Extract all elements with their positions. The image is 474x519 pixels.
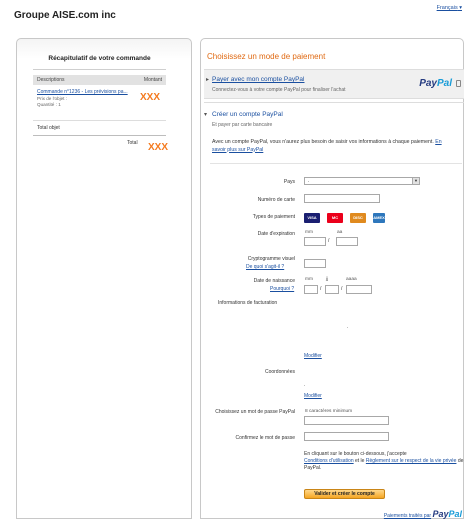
paypal-logo: PayPal — [419, 78, 452, 89]
card-number-label: Numéro de carte — [257, 197, 295, 203]
processed-by-paypal: Paiements traités par PayPal — [384, 509, 462, 519]
order-item: Commande n°1236 - Les prévisions pa... P… — [33, 85, 166, 121]
card-number-input[interactable] — [304, 194, 380, 203]
total-label: Total — [127, 140, 138, 146]
discover-card-icon: DISC — [350, 213, 366, 223]
col-description: Descriptions — [37, 77, 65, 83]
lock-icon — [456, 80, 461, 87]
summary-header: Descriptions Montant — [33, 75, 166, 85]
footer-text[interactable]: Paiements traités par — [384, 513, 431, 519]
footer-logo-pal: Pal — [448, 509, 462, 519]
expiry-aa-hint: aa — [337, 230, 343, 235]
order-summary: Récapitulatif de votre commande Descript… — [33, 55, 168, 156]
billing-modify-link[interactable]: Modifier — [304, 353, 322, 359]
country-select[interactable]: . ▼ — [304, 177, 420, 185]
expiry-slash: / — [328, 238, 330, 244]
country-label: Pays — [283, 179, 295, 185]
dob-slash-1: / — [320, 286, 322, 292]
dob-help-link[interactable]: Pourquoi ? — [270, 286, 294, 292]
collapsed-arrow-icon: ▸ — [206, 77, 210, 83]
expiry-label: Date d'expiration — [257, 231, 295, 237]
dob-label: Date de naissance — [253, 278, 295, 284]
terms-of-use-link[interactable]: Conditions d'utilisation — [304, 458, 354, 464]
chevron-down-icon: ▼ — [412, 178, 419, 184]
contact-label: Coordonnées — [264, 369, 295, 375]
dob-aaaa-hint: aaaa — [346, 277, 357, 282]
country-value: . — [308, 178, 310, 184]
card-types-label: Types de paiement — [252, 214, 295, 220]
cvv-label: Cryptogramme visuel — [247, 256, 295, 262]
expiry-month-input[interactable] — [304, 237, 326, 246]
terms-intro: En cliquant sur le bouton ci-dessous, j'… — [304, 451, 407, 457]
footer-paypal-logo: PayPal — [432, 509, 462, 519]
terms-text: En cliquant sur le bouton ci-dessous, j'… — [304, 451, 464, 472]
expanded-arrow-icon: ▾ — [204, 112, 208, 118]
login-description: Connectez-vous à votre compte PayPal pou… — [212, 87, 346, 93]
paypal-logo-pal: Pal — [436, 78, 452, 89]
total-items: Total objet — [33, 121, 166, 136]
paypal-logo-pay: Pay — [419, 78, 437, 89]
create-account-intro: Avec un compte PayPal, vous n'aurez plus… — [212, 139, 456, 154]
confirm-password-label: Confirmez le mot de passe — [235, 435, 295, 441]
footer-logo-pay: Pay — [432, 509, 449, 519]
payment-title: Choisissez un mode de paiement — [207, 52, 326, 61]
dob-slash-2: / — [341, 286, 343, 292]
merchant-name: Groupe AISE.com inc — [14, 10, 116, 21]
contact-dot: . — [304, 382, 306, 388]
dob-mm-hint: mm — [305, 277, 313, 282]
paypal-login-section[interactable]: ▸ Payer avec mon compte PayPal Connectez… — [204, 69, 464, 99]
checkout-page: Groupe AISE.com inc Français Récapitulat… — [0, 0, 474, 519]
password-input[interactable] — [304, 416, 389, 425]
mastercard-icon: MC — [327, 213, 343, 223]
password-hint: 8 caractères minimum — [305, 409, 353, 414]
visa-card-icon: VISA — [304, 213, 320, 223]
confirm-password-input[interactable] — [304, 432, 389, 441]
divider — [210, 163, 462, 164]
intro-text: Avec un compte PayPal, vous n'aurez plus… — [212, 139, 434, 145]
expiry-year-input[interactable] — [336, 237, 358, 246]
create-account-title[interactable]: Créer un compte PayPal — [212, 111, 283, 118]
summary-title: Récapitulatif de votre commande — [33, 55, 166, 70]
terms-and: et le — [355, 458, 365, 464]
create-account-subtitle: Et payer par carte bancaire — [212, 122, 273, 128]
password-label: Choisissez un mot de passe PayPal — [215, 409, 295, 415]
dob-day-input[interactable] — [325, 285, 339, 294]
item-amount: XXX — [139, 92, 160, 103]
billing-dot: . — [347, 324, 349, 330]
cvv-help-link[interactable]: De quoi s'agit-il ? — [246, 264, 284, 270]
total-amount: XXX — [147, 142, 168, 153]
col-amount: Montant — [143, 77, 162, 83]
cvv-input[interactable] — [304, 259, 326, 268]
pay-with-paypal-link[interactable]: Payer avec mon compte PayPal — [212, 76, 305, 83]
privacy-policy-link[interactable]: Règlement sur le respect de la vie privé… — [366, 458, 457, 464]
dob-year-input[interactable] — [346, 285, 372, 294]
language-selector[interactable]: Français — [437, 5, 462, 11]
dob-month-input[interactable] — [304, 285, 318, 294]
create-account-button[interactable]: Valider et créer le compte — [304, 489, 385, 499]
expiry-mm-hint: mm — [305, 230, 313, 235]
dob-jj-hint: jj — [326, 277, 329, 282]
contact-modify-link[interactable]: Modifier — [304, 393, 322, 399]
amex-card-icon: AMEX — [373, 213, 385, 223]
order-item-link[interactable]: Commande n°1236 - Les prévisions pa... — [37, 89, 129, 96]
order-total: Total XXX — [33, 136, 168, 156]
billing-label: Informations de facturation — [218, 300, 278, 306]
